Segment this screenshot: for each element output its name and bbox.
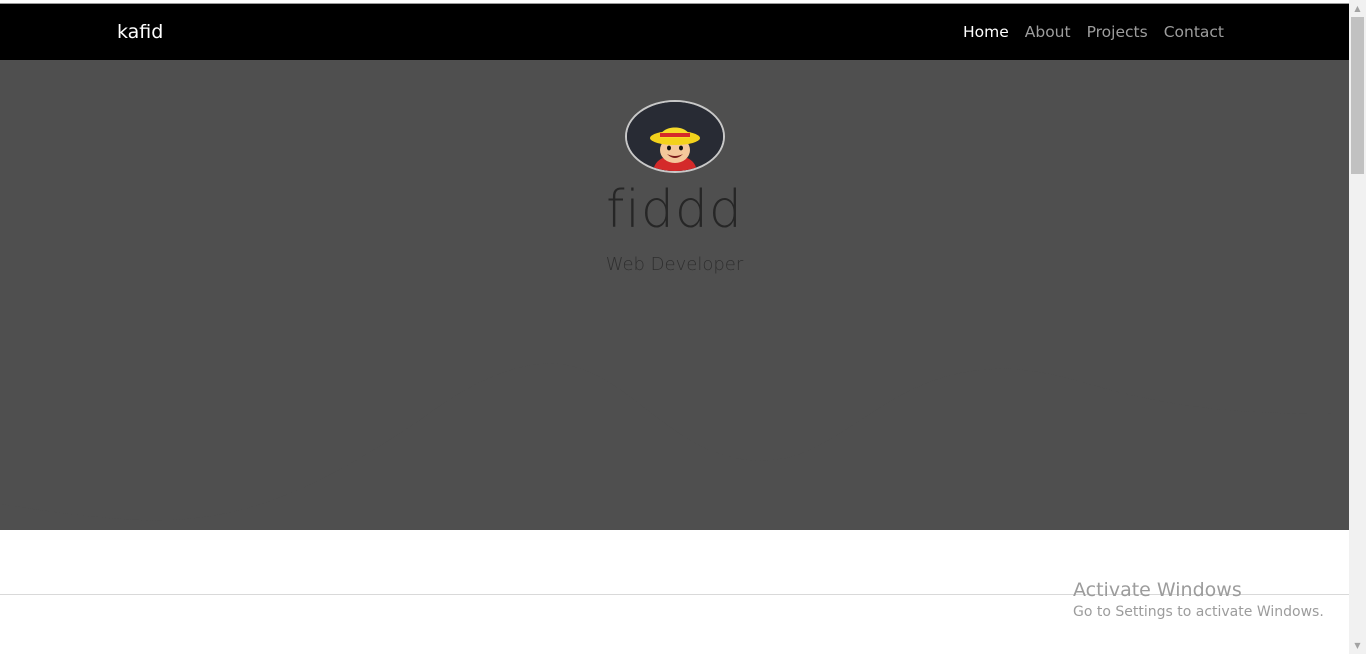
straw-hat-character-avatar-icon — [627, 102, 723, 171]
brand-link[interactable]: kafid — [117, 20, 163, 44]
watermark-subtitle: Go to Settings to activate Windows. — [1073, 604, 1324, 620]
vertical-scrollbar[interactable]: ▲ ▼ — [1349, 0, 1366, 654]
scroll-thumb[interactable] — [1351, 17, 1364, 174]
activate-windows-watermark: Activate Windows Go to Settings to activ… — [1073, 578, 1324, 622]
hero-role: Web Developer — [605, 254, 744, 275]
watermark-title: Activate Windows — [1073, 579, 1242, 601]
nav-link-contact[interactable]: Contact — [1164, 22, 1224, 42]
navbar: kafid Home About Projects Contact — [0, 4, 1349, 60]
nav-link-home[interactable]: Home — [963, 22, 1009, 42]
avatar — [625, 100, 725, 173]
hero-wave — [0, 350, 1349, 521]
page: kafid Home About Projects Contact fiddd … — [0, 0, 1366, 654]
nav-link-about[interactable]: About — [1025, 22, 1071, 42]
scroll-up-arrow-icon[interactable]: ▲ — [1349, 0, 1366, 17]
scroll-down-arrow-icon[interactable]: ▼ — [1349, 637, 1366, 654]
hero-name: fiddd — [606, 180, 743, 240]
nav-link-projects[interactable]: Projects — [1087, 22, 1148, 42]
nav-links: Home About Projects Contact — [947, 22, 1224, 42]
